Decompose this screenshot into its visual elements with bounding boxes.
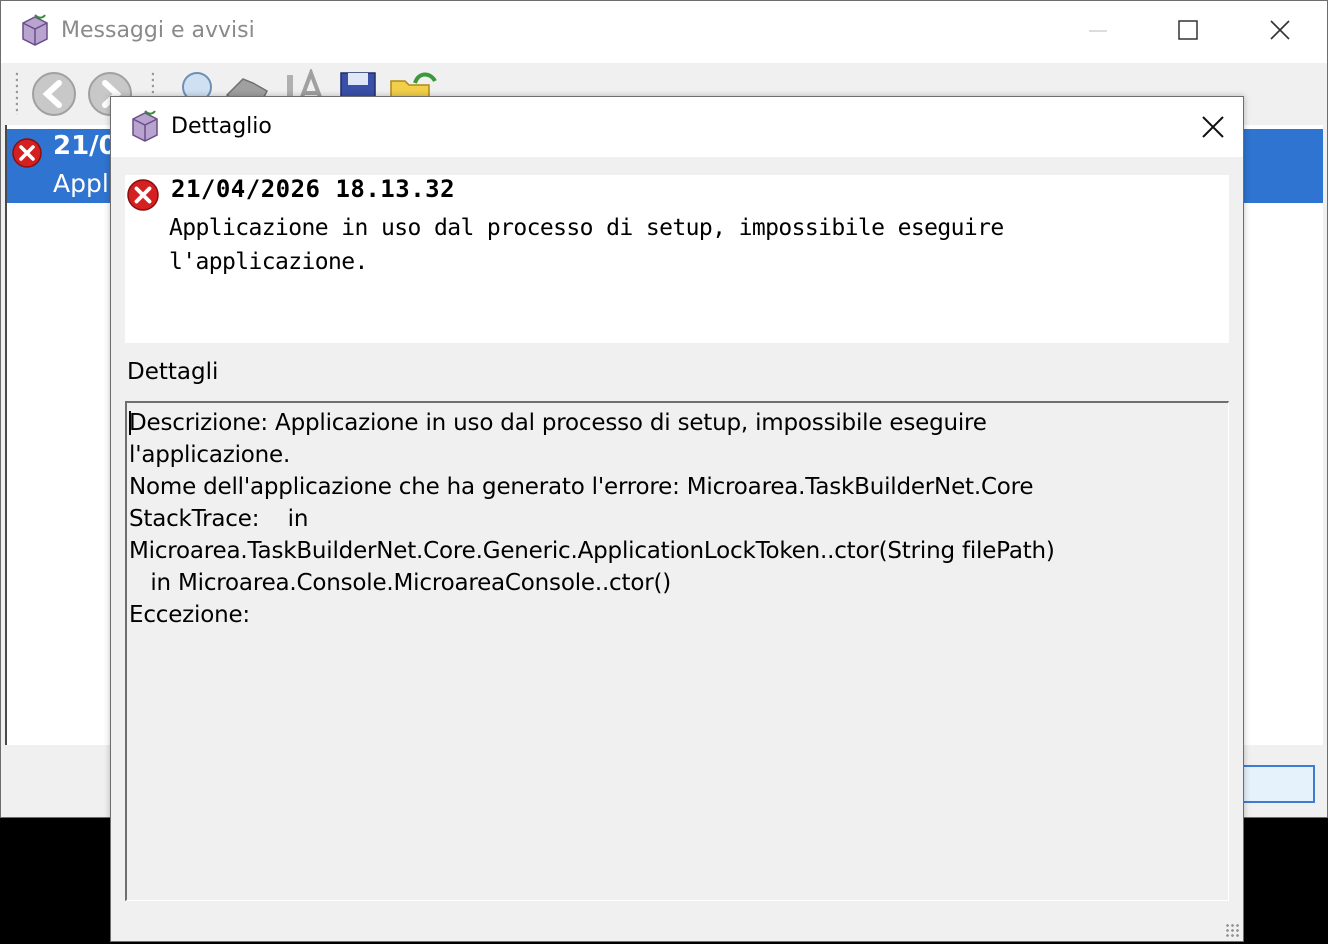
dialog-app-icon xyxy=(127,109,161,147)
dialog-titlebar[interactable]: Dettaglio xyxy=(111,97,1243,157)
back-icon[interactable] xyxy=(29,69,79,123)
message-text: Applicazione in uso dal processo di setu… xyxy=(169,215,1004,275)
message-summary: 21/04/2026 18.13.32 Applicazione in uso … xyxy=(125,175,1229,343)
window-close-button[interactable] xyxy=(1257,9,1303,51)
details-text: Descrizione: Applicazione in uso dal pro… xyxy=(129,410,1055,628)
error-icon xyxy=(125,177,161,217)
resize-grip[interactable] xyxy=(1225,923,1239,937)
app-icon xyxy=(17,13,51,51)
list-item-date: 21/0 xyxy=(53,131,117,161)
maximize-button[interactable] xyxy=(1165,9,1211,51)
detail-dialog: Dettaglio 21/04/2026 18.13.32 Applicazio… xyxy=(110,96,1244,942)
details-label: Dettagli xyxy=(127,359,219,385)
error-icon xyxy=(11,137,43,173)
dialog-close-button[interactable] xyxy=(1191,107,1235,147)
minimize-button[interactable] xyxy=(1075,9,1121,51)
toolbar-grip[interactable] xyxy=(15,71,18,115)
main-titlebar[interactable]: Messaggi e avvisi xyxy=(1,1,1327,63)
dialog-title: Dettaglio xyxy=(171,114,272,139)
message-timestamp: 21/04/2026 18.13.32 xyxy=(171,175,456,203)
main-window-title: Messaggi e avvisi xyxy=(61,18,255,43)
text-caret xyxy=(129,411,131,435)
details-textarea[interactable]: Descrizione: Applicazione in uso dal pro… xyxy=(125,401,1229,901)
list-item-message: Appli xyxy=(53,169,116,198)
